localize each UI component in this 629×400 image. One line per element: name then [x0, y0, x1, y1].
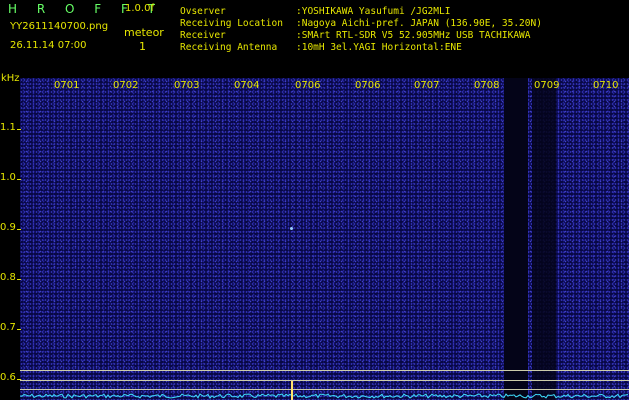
info-row-observer: Ovserver :YOSHIKAWA Yasufumi /JG2MLI	[180, 6, 542, 18]
time-label: 0702	[113, 80, 139, 91]
frequency-tick-mark	[17, 279, 21, 280]
time-label: 0710	[593, 80, 619, 91]
frequency-tick-label: 1.0	[0, 172, 16, 183]
time-label: 0704	[234, 80, 260, 91]
signal-trace	[20, 393, 629, 399]
info-key: Receiving Location	[180, 18, 283, 29]
info-row-antenna: Receiving Antenna :10mH 3el.YAGI Horizont…	[180, 42, 542, 54]
reference-line	[20, 389, 629, 390]
info-value: :10mH 3el.YAGI Horizontal:ENE	[296, 42, 462, 53]
time-label: 0708	[474, 80, 500, 91]
time-label: 0707	[414, 80, 440, 91]
station-info: Ovserver :YOSHIKAWA Yasufumi /JG2MLI Rece…	[180, 6, 542, 54]
frequency-tick-label: 0.8	[0, 272, 16, 283]
frequency-tick-label: 0.7	[0, 322, 16, 333]
info-key: Receiving Antenna	[180, 42, 278, 53]
frequency-tick-mark	[17, 329, 21, 330]
frequency-tick-mark	[17, 179, 21, 180]
meteor-marker	[291, 381, 293, 400]
meteor-count: 1	[139, 40, 146, 53]
time-label: 0703	[174, 80, 200, 91]
info-value: :SMArt RTL-SDR V5 52.905MHz USB TACHIKAW…	[296, 30, 531, 41]
frequency-tick-mark	[17, 129, 21, 130]
spectrogram	[20, 78, 629, 400]
reference-line	[20, 370, 629, 371]
datetime-label: 26.11.14 07:00	[10, 40, 87, 51]
app-version: 1.0.0f	[125, 3, 154, 14]
frequency-tick-label: 1.1	[0, 122, 16, 133]
dark-band	[532, 78, 556, 400]
frequency-tick-label: 0.9	[0, 222, 16, 233]
frequency-tick-mark	[17, 229, 21, 230]
time-label: 0706	[355, 80, 381, 91]
meteor-echo	[290, 227, 293, 230]
filename-label: YY2611140700.png	[10, 21, 109, 32]
frequency-tick-label: 0.6	[0, 372, 16, 383]
meteor-label: meteor	[124, 26, 164, 39]
info-row-receiver: Receiver :SMArt RTL-SDR V5 52.905MHz USB …	[180, 30, 542, 42]
time-label: 0709	[534, 80, 560, 91]
info-key: Receiver	[180, 30, 226, 41]
reference-line	[20, 380, 629, 381]
time-label: 0706	[295, 80, 321, 91]
info-value: :YOSHIKAWA Yasufumi /JG2MLI	[296, 6, 451, 17]
y-axis-unit: kHz	[1, 73, 20, 84]
info-value: :Nagoya Aichi-pref. JAPAN (136.90E, 35.2…	[296, 18, 542, 29]
time-label: 0701	[54, 80, 80, 91]
info-row-location: Receiving Location :Nagoya Aichi-pref. JA…	[180, 18, 542, 30]
dark-band	[504, 78, 528, 400]
info-key: Ovserver	[180, 6, 226, 17]
